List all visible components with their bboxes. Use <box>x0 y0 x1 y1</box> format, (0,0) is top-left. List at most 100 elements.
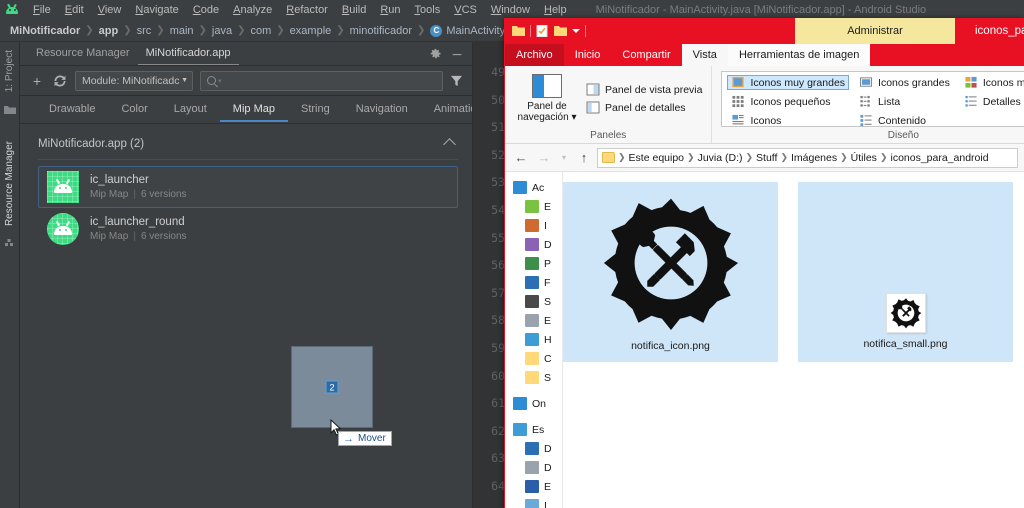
ribbon-group-diseno: Iconos muy grandes Iconos pequeños Iconos … <box>711 66 1024 143</box>
refresh-icon[interactable] <box>52 73 68 89</box>
menu-item-edit[interactable]: Edit <box>58 2 91 18</box>
search-input[interactable]: ▾ <box>200 70 443 91</box>
tab-mip-map[interactable]: Mip Map <box>220 97 288 122</box>
nav-pane-item[interactable]: D <box>513 235 562 254</box>
nav-pane-item[interactable]: P <box>513 254 562 273</box>
sidebar-item-project[interactable]: 1: Project <box>1 42 18 100</box>
nav-pane-item[interactable]: I <box>513 216 562 235</box>
view-option-iconos-medianos[interactable]: Iconos medianos <box>960 75 1024 90</box>
nav-pane-item[interactable]: S <box>513 292 562 311</box>
address-crumb[interactable]: iconos_para_android <box>888 152 990 164</box>
address-crumb[interactable]: Juvia (D:) <box>696 152 745 164</box>
breadcrumb-item[interactable]: main <box>170 25 194 37</box>
address-crumb[interactable]: Este equipo <box>627 152 686 164</box>
ribbon-tab-archivo[interactable]: Archivo <box>505 44 564 66</box>
nav-pane-item[interactable]: I <box>513 496 562 508</box>
nav-pane-item[interactable]: H <box>513 330 562 349</box>
breadcrumb-item[interactable]: C MainActivity <box>430 24 505 37</box>
forward-arrow-icon[interactable]: → <box>534 148 554 168</box>
navigation-pane-button[interactable]: Panel de navegación ▾ <box>514 73 580 124</box>
nav-pane-item[interactable]: E <box>513 311 562 330</box>
address-crumb[interactable]: Imágenes <box>789 152 839 164</box>
breadcrumb-item[interactable]: app <box>99 25 119 37</box>
sidebar-item-resource-manager[interactable]: Resource Manager <box>1 133 18 234</box>
address-crumb[interactable]: Stuff <box>754 152 779 164</box>
tab-minotificador-app[interactable]: MiNotificador.app <box>137 43 239 65</box>
breadcrumb-item[interactable]: com <box>251 25 272 37</box>
gear-icon[interactable] <box>429 48 441 60</box>
menu-item-window[interactable]: Window <box>484 2 537 18</box>
menu-item-run[interactable]: Run <box>373 2 407 18</box>
file-item-notifica-icon[interactable]: notifica_icon.png <box>563 182 778 362</box>
menu-item-build[interactable]: Build <box>335 2 373 18</box>
resource-group-header[interactable]: MiNotificador.app (2) <box>38 137 458 151</box>
minimize-icon[interactable] <box>451 48 463 60</box>
breadcrumb-item[interactable]: minotificador <box>350 25 412 37</box>
tab-color[interactable]: Color <box>108 97 160 122</box>
view-option-iconos-muy-grandes[interactable]: Iconos muy grandes <box>727 75 850 90</box>
address-crumb[interactable]: Útiles <box>849 152 879 164</box>
menu-item-refactor[interactable]: Refactor <box>279 2 335 18</box>
contextual-tab-administrar[interactable]: Administrar <box>795 18 955 44</box>
ribbon-tab-inicio[interactable]: Inicio <box>564 44 612 66</box>
menu-item-analyze[interactable]: Analyze <box>226 2 279 18</box>
ribbon-tab-vista[interactable]: Vista <box>681 44 728 66</box>
breadcrumb-item[interactable]: MiNotificador <box>10 25 80 37</box>
folder-icon[interactable] <box>512 25 525 37</box>
nav-pane-item[interactable]: Es <box>513 420 562 439</box>
up-arrow-icon[interactable]: ↑ <box>574 148 594 168</box>
recent-locations-icon[interactable]: ▾ <box>557 148 571 168</box>
ribbon-tab-compartir[interactable]: Compartir <box>611 44 681 66</box>
properties-icon[interactable] <box>536 25 549 37</box>
resource-meta: Mip Map | 6 versions <box>90 189 187 200</box>
view-option-iconos[interactable]: Iconos <box>727 113 849 128</box>
tab-resource-manager[interactable]: Resource Manager <box>28 43 138 64</box>
breadcrumb-item[interactable]: java <box>212 25 232 37</box>
nav-pane-item[interactable]: E <box>513 477 562 496</box>
view-option-iconos-grandes[interactable]: Iconos grandes <box>855 75 954 90</box>
details-pane-button[interactable]: Panel de detalles <box>586 101 702 114</box>
view-option-contenido[interactable]: Contenido <box>855 113 954 128</box>
add-resource-button[interactable]: + <box>29 73 45 89</box>
nav-pane-item[interactable]: F <box>513 273 562 292</box>
resource-list-item[interactable]: ic_launcher Mip Map | 6 versions <box>38 166 458 208</box>
menu-item-tools[interactable]: Tools <box>408 2 448 18</box>
breadcrumb-item[interactable]: src <box>137 25 152 37</box>
ribbon-tab-herramientas-de-imagen[interactable]: Herramientas de imagen <box>727 44 871 66</box>
nav-pane-item[interactable]: D <box>513 458 562 477</box>
line-number: 63 <box>491 451 505 466</box>
layout-gallery: Iconos muy grandes Iconos pequeños Iconos … <box>721 71 1024 127</box>
nav-pane-item[interactable]: C <box>513 349 562 368</box>
address-breadcrumb-input[interactable]: ❯ Este equipo ❯ Juvia (D:) ❯ Stuff ❯ Imágenes ❯ Ú… <box>597 147 1018 168</box>
nav-pane-item[interactable]: D <box>513 439 562 458</box>
tab-layout[interactable]: Layout <box>161 97 220 122</box>
nav-pane-item[interactable]: On <box>513 394 562 413</box>
customize-caret-icon[interactable] <box>572 29 580 33</box>
chevron-up-icon[interactable] <box>443 137 456 151</box>
nav-pane-item[interactable]: E <box>513 197 562 216</box>
explorer-body: Ac E I D P F S E H C S On Es D D E I not… <box>505 172 1024 508</box>
menu-item-vcs[interactable]: VCS <box>447 2 484 18</box>
menu-item-view[interactable]: View <box>91 2 129 18</box>
view-option-lista[interactable]: Lista <box>855 94 954 109</box>
menu-item-navigate[interactable]: Navigate <box>128 2 185 18</box>
line-number: 60 <box>491 368 505 383</box>
tab-navigation[interactable]: Navigation <box>343 97 421 122</box>
preview-pane-button[interactable]: Panel de vista previa <box>586 83 702 96</box>
view-option-detalles[interactable]: Detalles <box>960 94 1024 109</box>
tab-string[interactable]: String <box>288 97 343 122</box>
tab-drawable[interactable]: Drawable <box>36 97 108 122</box>
nav-pane-item[interactable]: Ac <box>513 178 562 197</box>
menu-item-help[interactable]: Help <box>537 2 574 18</box>
back-arrow-icon[interactable]: ← <box>511 148 531 168</box>
menu-item-file[interactable]: File <box>26 2 58 18</box>
breadcrumb-item[interactable]: example <box>290 25 332 37</box>
menu-item-code[interactable]: Code <box>186 2 226 18</box>
nav-pane-item[interactable]: S <box>513 368 562 387</box>
new-folder-icon[interactable] <box>554 25 567 37</box>
filter-funnel-icon[interactable] <box>450 75 463 87</box>
file-item-notifica-small[interactable]: notifica_small.png <box>798 182 1013 362</box>
resource-list-item[interactable]: ic_launcher_round Mip Map | 6 versions <box>38 208 458 250</box>
module-selector[interactable]: Module: MiNotificadc ▼ <box>75 70 193 91</box>
view-option-iconos-pequeños[interactable]: Iconos pequeños <box>727 94 849 109</box>
